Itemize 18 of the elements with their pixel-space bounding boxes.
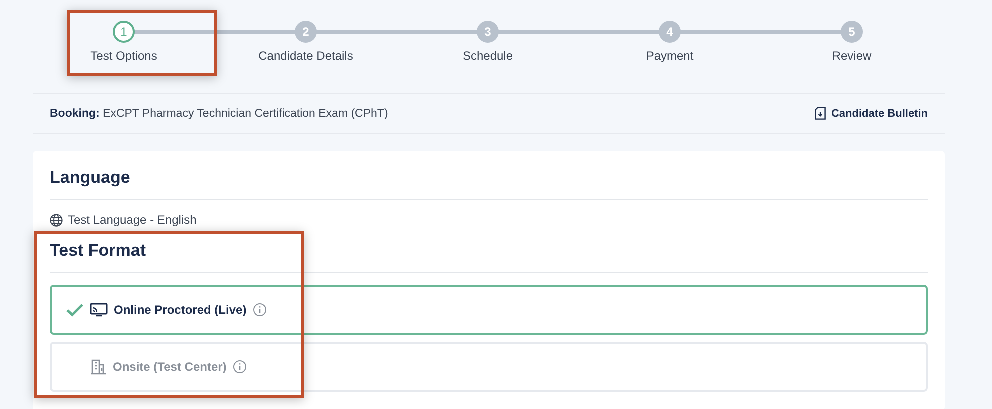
info-icon[interactable] [232,360,247,374]
step-label[interactable]: Candidate Details [258,49,354,63]
booking-text: Booking: ExCPT Pharmacy Technician Certification Exam (CPhT) [50,108,388,120]
globe-icon [50,214,63,226]
document-download-icon [815,107,826,120]
check-icon [66,303,84,317]
info-icon[interactable] [252,303,267,317]
screen-cast-icon [90,303,108,317]
building-icon [90,359,107,375]
step-label[interactable]: Review [832,49,872,63]
section-heading: Test Format [50,240,928,273]
section-heading: Language [50,167,928,200]
candidate-bulletin-link[interactable]: Candidate Bulletin [815,107,928,120]
language-value: Test Language - English [68,213,197,227]
format-option[interactable]: Online Proctored (Live) [50,285,928,335]
step-label[interactable]: Payment [646,49,694,63]
step-label[interactable]: Schedule [462,49,514,63]
step-label[interactable]: Test Options [90,49,158,63]
